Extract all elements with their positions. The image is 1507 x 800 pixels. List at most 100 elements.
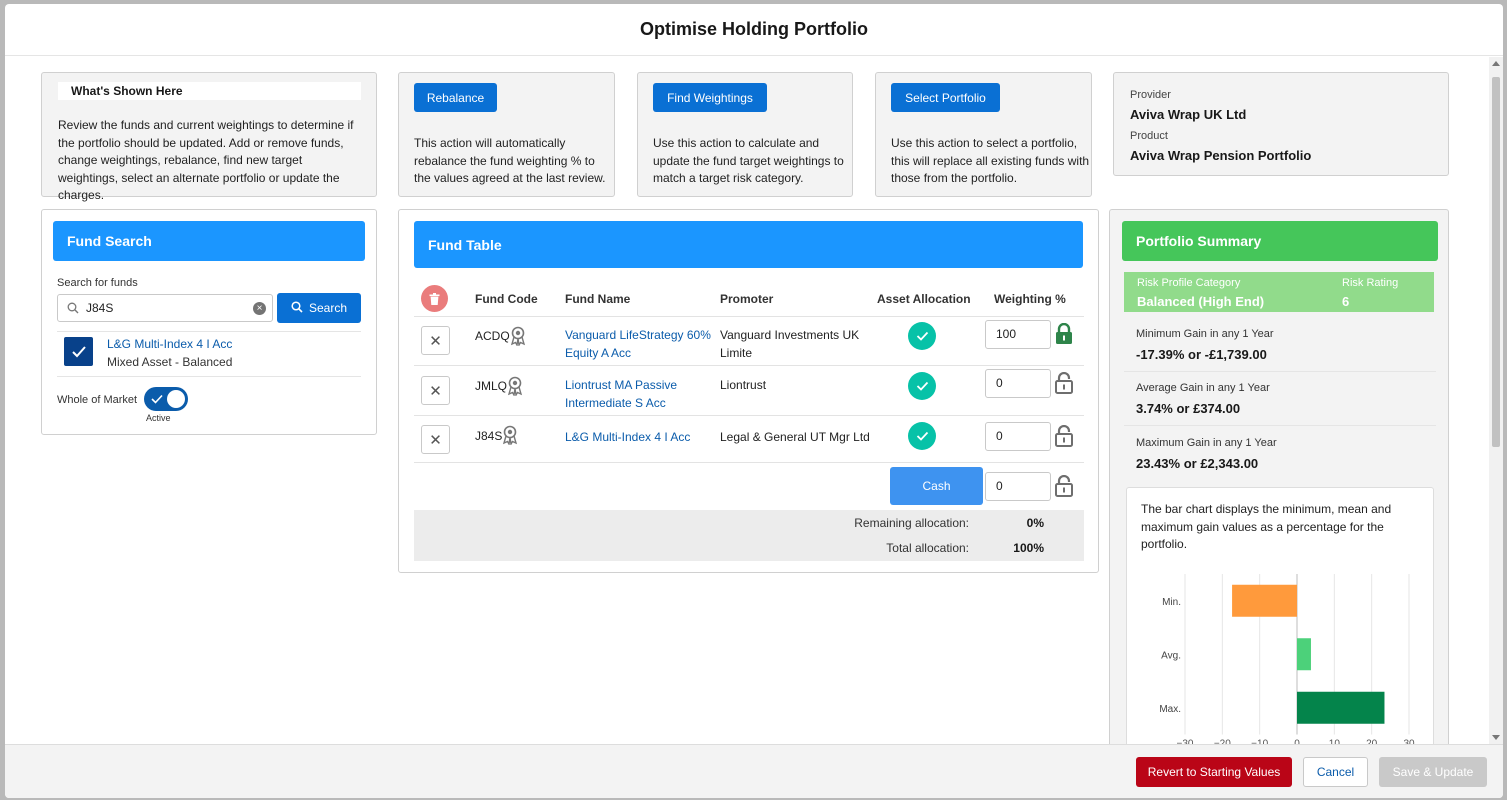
whole-of-market-state: Active <box>146 413 171 423</box>
search-button[interactable]: Search <box>277 293 361 323</box>
remove-fund-button[interactable]: ✕ <box>421 425 450 454</box>
weighting-input[interactable]: 0 <box>985 422 1051 451</box>
toggle-knob <box>167 390 185 408</box>
cancel-button[interactable]: Cancel <box>1303 757 1368 787</box>
header-promoter: Promoter <box>720 292 774 306</box>
checkmark-icon <box>71 345 86 357</box>
chart-bar <box>1297 691 1385 724</box>
risk-rating-value: 6 <box>1342 294 1350 309</box>
divider <box>1124 371 1436 372</box>
scroll-up-arrow-icon[interactable] <box>1492 61 1500 66</box>
gain-chart-card: The bar chart displays the minimum, mean… <box>1126 487 1434 744</box>
header-fund-code: Fund Code <box>475 292 538 306</box>
product-label: Product <box>1130 130 1168 142</box>
fund-name-link[interactable]: Liontrust MA Passive Intermediate S Acc <box>565 376 713 412</box>
rebalance-description: This action will automatically rebalance… <box>414 136 606 185</box>
find-weightings-description: Use this action to calculate and update … <box>653 136 844 185</box>
provider-value: Aviva Wrap UK Ltd <box>1130 107 1247 122</box>
cash-weighting-input[interactable]: 0 <box>985 472 1051 501</box>
product-value: Aviva Wrap Pension Portfolio <box>1130 148 1312 163</box>
fund-promoter: Legal & General UT Mgr Ltd <box>720 430 870 444</box>
result-checkbox[interactable] <box>64 337 93 366</box>
risk-rating-label: Risk Rating <box>1342 277 1399 289</box>
fund-table-header: Fund Table <box>414 221 1083 268</box>
search-input[interactable] <box>86 299 246 317</box>
select-portfolio-card: Select Portfolio Use this action to sele… <box>875 72 1092 197</box>
lock-open-icon[interactable] <box>1054 474 1074 500</box>
search-button-label: Search <box>308 301 348 315</box>
vertical-scrollbar[interactable] <box>1489 57 1503 744</box>
fund-table-card: Fund Table Fund Code Fund Name Promoter … <box>398 209 1099 573</box>
fund-code: ACDQ <box>475 329 510 343</box>
fund-promoter: Liontrust <box>720 378 767 392</box>
select-portfolio-button[interactable]: Select Portfolio <box>891 83 1000 112</box>
lock-open-icon[interactable] <box>1054 371 1074 397</box>
max-gain-value: 23.43% or £2,343.00 <box>1136 456 1259 471</box>
weighting-input[interactable]: 100 <box>985 320 1051 349</box>
provider-label: Provider <box>1130 89 1171 101</box>
whole-of-market-toggle[interactable] <box>144 387 188 411</box>
optimise-portfolio-modal: Optimise Holding Portfolio What's Shown … <box>5 4 1503 798</box>
find-weightings-button[interactable]: Find Weightings <box>653 83 767 112</box>
search-field[interactable]: × <box>57 294 273 322</box>
remove-fund-button[interactable]: ✕ <box>421 326 450 355</box>
risk-profile-band: Risk Profile Category Balanced (High End… <box>1124 272 1434 312</box>
rebalance-button[interactable]: Rebalance <box>414 83 497 112</box>
remove-fund-button[interactable]: ✕ <box>421 376 450 405</box>
max-gain-label: Maximum Gain in any 1 Year <box>1136 437 1277 449</box>
allocation-ok-icon <box>908 372 936 400</box>
info-title: What's Shown Here <box>58 82 361 100</box>
fund-code: J84S <box>475 429 503 443</box>
table-row: ✕ J84S L&G Multi-Index 4 I Acc Legal & G… <box>414 415 1084 462</box>
avg-gain-value: 3.74% or £374.00 <box>1136 401 1241 416</box>
fund-name-link[interactable]: L&G Multi-Index 4 I Acc <box>565 428 713 446</box>
fund-promoter: Vanguard Investments UK Limite <box>720 328 860 360</box>
chart-category-label: Avg. <box>1161 650 1181 661</box>
remaining-allocation-value: 0% <box>1026 516 1044 530</box>
allocation-ok-icon <box>908 322 936 350</box>
modal-header: Optimise Holding Portfolio <box>5 4 1503 56</box>
chart-category-label: Max. <box>1159 704 1181 715</box>
header-fund-name: Fund Name <box>565 292 631 306</box>
scroll-down-arrow-icon[interactable] <box>1492 735 1500 740</box>
chart-bar <box>1232 584 1297 617</box>
search-icon <box>67 302 79 317</box>
result-fund-type: Mixed Asset - Balanced <box>107 355 233 369</box>
search-label: Search for funds <box>57 277 138 289</box>
provider-card: Provider Aviva Wrap UK Ltd Product Aviva… <box>1113 72 1449 176</box>
total-allocation-value: 100% <box>1013 541 1044 555</box>
revert-button[interactable]: Revert to Starting Values <box>1136 757 1292 787</box>
header-weighting: Weighting % <box>994 292 1066 306</box>
fund-search-header: Fund Search <box>53 221 365 261</box>
chart-description: The bar chart displays the minimum, mean… <box>1141 502 1392 551</box>
award-icon <box>510 326 526 349</box>
search-result-item[interactable]: L&G Multi-Index 4 I Acc Mixed Asset - Ba… <box>57 331 361 377</box>
save-update-button[interactable]: Save & Update <box>1379 757 1487 787</box>
avg-gain-label: Average Gain in any 1 Year <box>1136 382 1270 394</box>
weighting-input[interactable]: 0 <box>985 369 1051 398</box>
min-gain-label: Minimum Gain in any 1 Year <box>1136 328 1274 340</box>
chart-category-label: Min. <box>1162 597 1181 608</box>
portfolio-summary-card: Portfolio Summary Risk Profile Category … <box>1109 209 1449 744</box>
delete-all-button[interactable] <box>421 285 448 312</box>
cash-button[interactable]: Cash <box>890 467 983 505</box>
select-portfolio-description: Use this action to select a portfolio, t… <box>891 136 1090 185</box>
lock-open-icon[interactable] <box>1054 424 1074 450</box>
clear-search-icon[interactable]: × <box>253 302 266 315</box>
lock-closed-icon[interactable] <box>1054 322 1074 348</box>
table-row: ✕ JMLQ Liontrust MA Passive Intermediate… <box>414 365 1084 415</box>
remaining-allocation-label: Remaining allocation: <box>854 516 969 530</box>
divider <box>1124 425 1436 426</box>
result-fund-name[interactable]: L&G Multi-Index 4 I Acc <box>107 337 232 351</box>
search-button-icon <box>291 300 303 316</box>
chart-bar <box>1297 638 1311 671</box>
toggle-check-icon <box>151 393 163 407</box>
find-weightings-card: Find Weightings Use this action to calcu… <box>637 72 853 197</box>
gain-bar-chart: −30−20−100102030Min.Avg.Max. <box>1159 574 1415 744</box>
trash-icon <box>429 292 440 305</box>
award-icon <box>507 376 523 399</box>
scroll-thumb[interactable] <box>1492 77 1500 447</box>
fund-search-card: Fund Search Search for funds × Search L <box>41 209 377 435</box>
fund-name-link[interactable]: Vanguard LifeStrategy 60% Equity A Acc <box>565 326 713 362</box>
allocation-ok-icon <box>908 422 936 450</box>
